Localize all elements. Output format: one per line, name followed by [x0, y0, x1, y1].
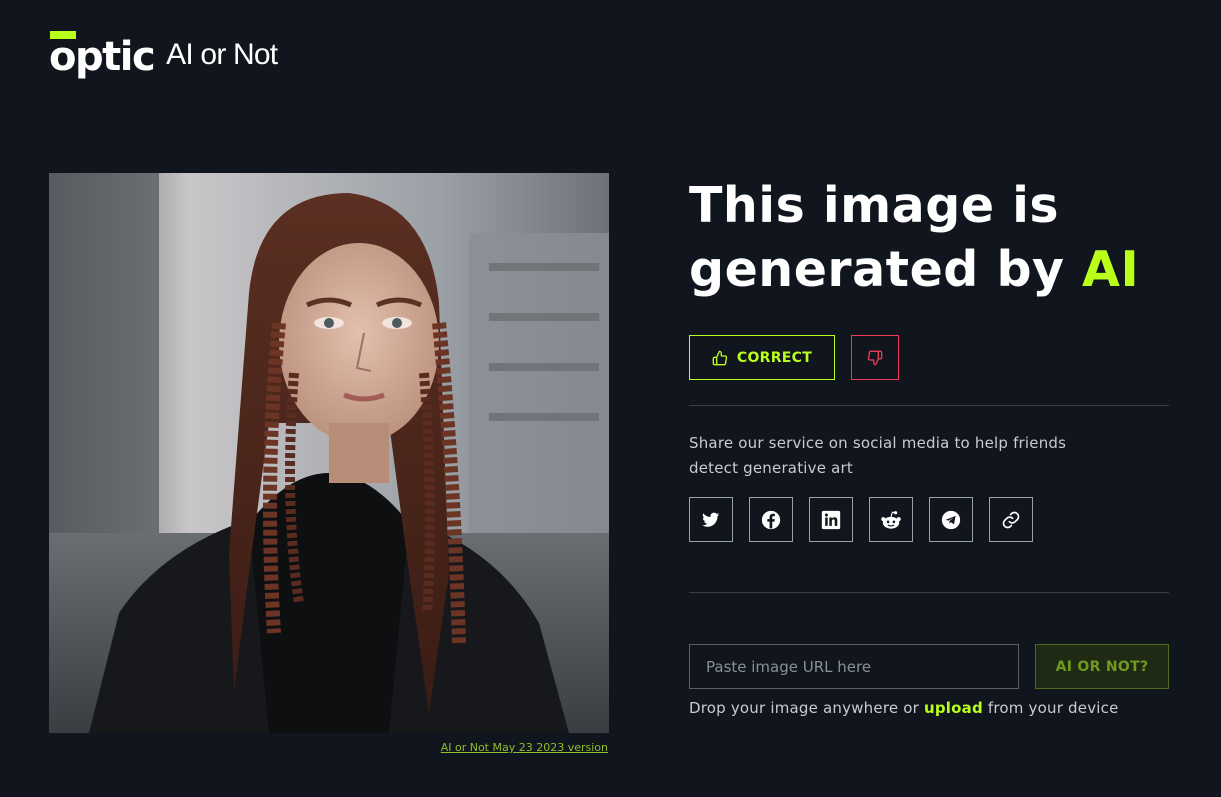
headline-accent: AI	[1082, 241, 1140, 298]
share-facebook-button[interactable]	[749, 497, 793, 542]
drop-prefix: Drop your image anywhere or	[689, 699, 924, 717]
drop-instructions: Drop your image anywhere or upload from …	[689, 699, 1119, 717]
linkedin-icon	[821, 510, 841, 529]
thumbs-down-icon	[867, 350, 883, 365]
correct-button[interactable]: CORRECT	[689, 335, 835, 380]
feedback-buttons: CORRECT	[689, 335, 899, 380]
reddit-icon	[881, 510, 901, 529]
logo[interactable]: optic AI or Not	[49, 31, 278, 80]
divider-top	[689, 405, 1169, 406]
social-share-buttons	[689, 497, 1033, 542]
version-link[interactable]: AI or Not May 23 2023 version	[441, 741, 608, 754]
correct-label: CORRECT	[736, 349, 813, 366]
share-text: Share our service on social media to hel…	[689, 434, 1067, 477]
share-twitter-button[interactable]	[689, 497, 733, 542]
headline-line-2: generated by	[689, 241, 1083, 298]
headline-line-1: This image is	[689, 177, 1060, 234]
telegram-icon	[941, 510, 961, 529]
image-url-input[interactable]	[689, 644, 1019, 689]
result-headline: This image is generated by AI	[689, 174, 1169, 302]
logo-text: optic	[49, 34, 156, 80]
upload-link[interactable]: upload	[924, 699, 983, 717]
ai-or-not-button[interactable]: AI OR NOT?	[1035, 644, 1169, 689]
drop-suffix: from your device	[982, 699, 1119, 717]
share-telegram-button[interactable]	[929, 497, 973, 542]
facebook-icon	[761, 510, 781, 529]
divider-bottom	[689, 592, 1169, 593]
product-name: AI or Not	[166, 38, 278, 71]
share-linkedin-button[interactable]	[809, 497, 853, 542]
share-reddit-button[interactable]	[869, 497, 913, 542]
logo-wordmark: optic	[49, 31, 156, 80]
url-check-row: AI OR NOT?	[689, 644, 1169, 689]
analyzed-image	[49, 173, 609, 733]
logo-accent-bar	[50, 31, 76, 39]
portrait-image	[49, 173, 609, 733]
copy-link-button[interactable]	[989, 497, 1033, 542]
thumbs-up-icon	[712, 350, 728, 365]
link-icon	[1002, 511, 1020, 528]
twitter-icon	[702, 512, 720, 527]
result-panel: This image is generated by AI CORRECT Sh…	[689, 174, 1169, 717]
wrong-button[interactable]	[851, 335, 899, 380]
